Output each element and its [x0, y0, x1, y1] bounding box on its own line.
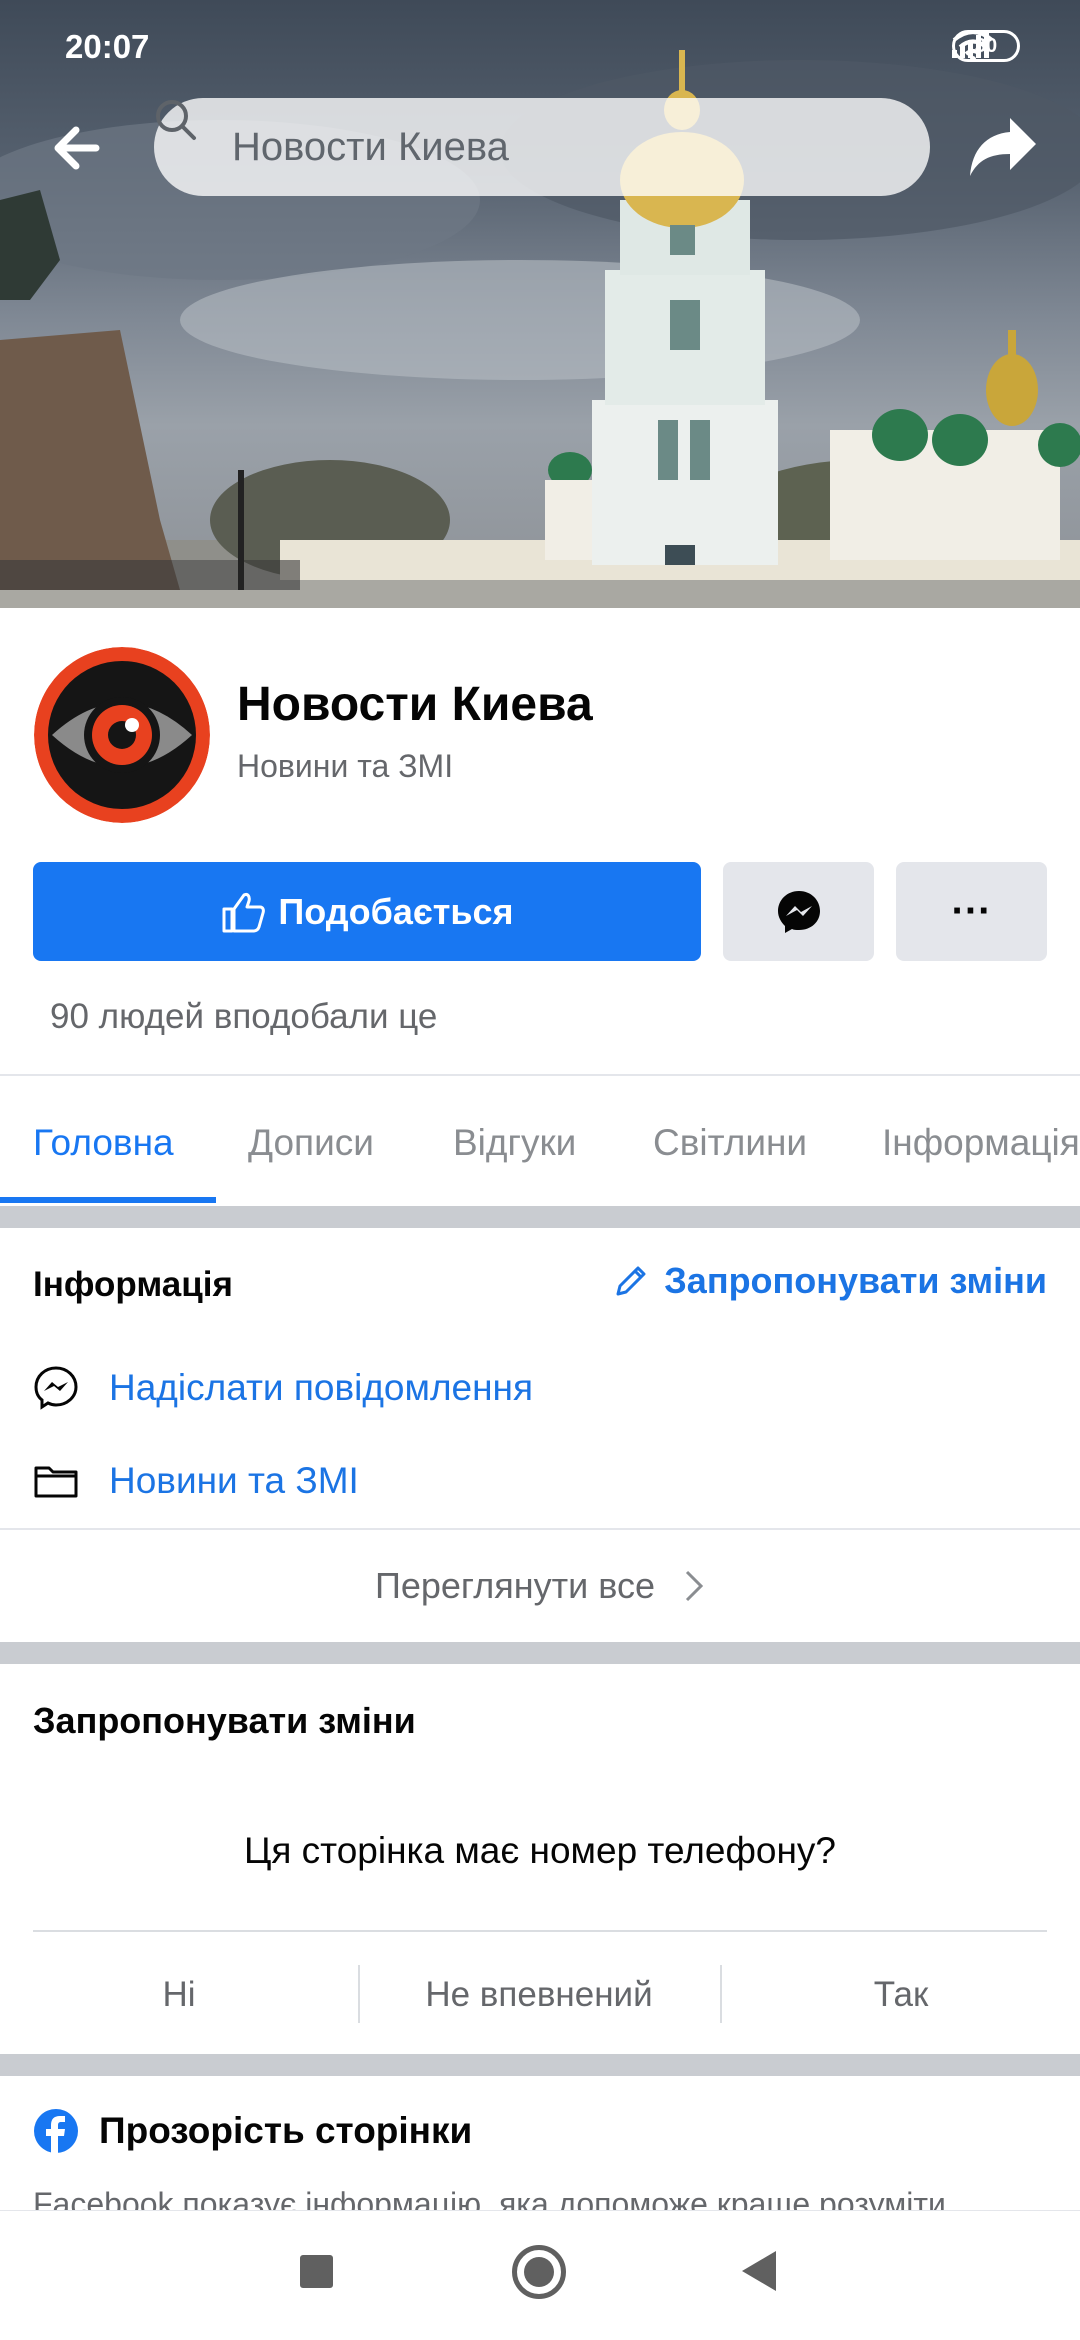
tab-home[interactable]: Головна [33, 1122, 174, 1164]
status-icons: 30 [952, 30, 1020, 62]
tab-reviews[interactable]: Відгуки [453, 1122, 576, 1164]
see-all-button[interactable]: Переглянути все [0, 1532, 1080, 1640]
facebook-icon [34, 2109, 78, 2154]
answer-separator [358, 1965, 360, 2023]
wifi-icon [952, 30, 994, 62]
category-row[interactable]: Новини та ЗМІ [33, 1458, 359, 1504]
status-bar: 20:07 30 [0, 0, 1080, 94]
back-arrow-icon [54, 126, 100, 170]
share-icon [970, 118, 1036, 176]
transparency-title: Прозорість сторінки [99, 2110, 473, 2151]
likes-count[interactable]: 90 людей вподобали це [50, 997, 437, 1037]
eye-logo-icon [34, 647, 210, 823]
page-avatar[interactable] [34, 647, 210, 823]
tab-info[interactable]: Інформація [882, 1122, 1080, 1164]
recent-apps-button[interactable] [300, 2255, 333, 2288]
answer-separator [720, 1965, 722, 2023]
thumbs-up-icon [222, 892, 266, 932]
section-separator [0, 2054, 1080, 2076]
like-button[interactable]: Подобається [33, 862, 701, 961]
section-separator [0, 1642, 1080, 1664]
active-tab-indicator [0, 1197, 216, 1203]
search-icon [156, 100, 196, 140]
answer-yes-button[interactable]: Так [736, 1975, 1066, 2015]
status-time: 20:07 [65, 28, 150, 65]
suggest-edits-link[interactable]: Запропонувати зміни [610, 1260, 1047, 1302]
page-title: Новости Киева [237, 678, 593, 731]
chevron-right-icon [685, 1570, 704, 1602]
search-bar[interactable]: Новости Киева [154, 98, 930, 196]
answer-no-button[interactable]: Ні [14, 1975, 344, 2015]
see-all-label: Переглянути все [374, 1565, 655, 1606]
folder-icon [34, 1466, 78, 1498]
home-button[interactable] [512, 2245, 566, 2299]
page-transparency-header: Прозорість сторінки [33, 2108, 472, 2154]
cover-photo[interactable]: 20:07 30 Новости Киева [0, 0, 1080, 608]
tab-photos[interactable]: Світлини [653, 1122, 807, 1164]
info-section-title: Інформація [33, 1265, 233, 1304]
suggest-section-title: Запропонувати зміни [33, 1700, 416, 1741]
phone-question: Ця сторінка має номер телефону? [243, 1830, 837, 1871]
message-button[interactable] [723, 862, 874, 961]
system-navigation-bar [0, 2210, 1080, 2340]
page-tabs: Головна Дописи Відгуки Світлини Інформац… [0, 1076, 1080, 1206]
send-message-label: Надіслати повідомлення [109, 1367, 534, 1408]
pencil-icon [616, 1266, 646, 1296]
share-button[interactable] [966, 112, 1040, 182]
like-button-label: Подобається [278, 890, 514, 932]
messenger-icon [34, 1366, 78, 1410]
tab-posts[interactable]: Дописи [248, 1122, 374, 1164]
back-button[interactable] [48, 118, 108, 178]
page-category[interactable]: Новини та ЗМІ [237, 748, 453, 785]
divider [0, 1528, 1080, 1530]
suggest-edits-label: Запропонувати зміни [664, 1260, 1047, 1301]
send-message-row[interactable]: Надіслати повідомлення [33, 1365, 533, 1411]
divider [33, 1930, 1047, 1932]
system-back-button[interactable] [742, 2251, 776, 2291]
answer-unsure-button[interactable]: Не впевнений [374, 1975, 704, 2015]
category-label: Новини та ЗМІ [109, 1460, 359, 1501]
messenger-icon [777, 890, 820, 933]
more-button[interactable]: ··· [896, 862, 1047, 961]
search-text: Новости Киева [232, 124, 509, 169]
section-separator [0, 1206, 1080, 1228]
